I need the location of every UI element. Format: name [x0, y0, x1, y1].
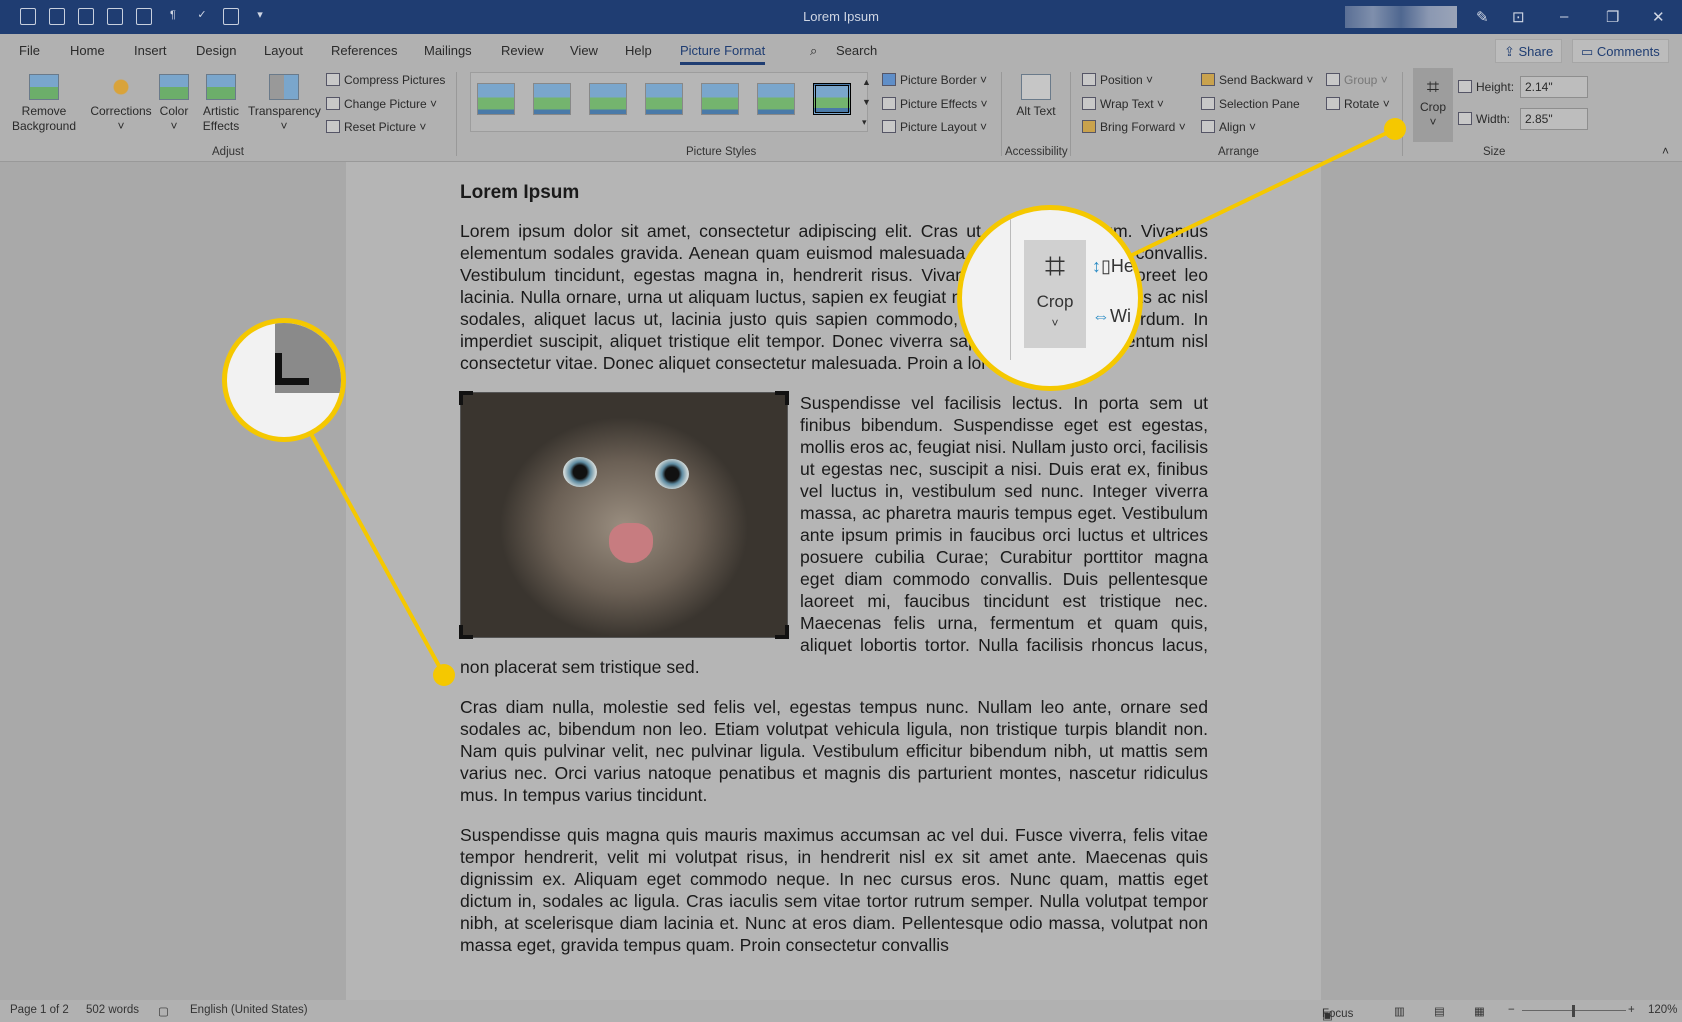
- callout-lines: [308, 127, 1396, 676]
- wi-text: Wi: [1110, 306, 1131, 326]
- status-bar: Page 1 of 2 502 words ▢ English (United …: [0, 1000, 1682, 1022]
- crop-handle-icon: [275, 353, 309, 385]
- crop-icon: ⌗: [1044, 245, 1066, 286]
- callout-dot: [433, 664, 455, 686]
- zoom-level[interactable]: 120%: [1648, 1004, 1677, 1016]
- divider: [1010, 210, 1011, 360]
- callout-dot: [1384, 118, 1406, 140]
- language[interactable]: English (United States): [190, 1004, 308, 1016]
- crop-button-zoomed: ⌗ Crop ˅: [1024, 240, 1086, 348]
- height-label-zoomed: ↕▯He: [1092, 256, 1134, 276]
- read-mode-icon[interactable]: ▥: [1394, 1004, 1405, 1018]
- zoom-in-button[interactable]: +: [1628, 1004, 1635, 1016]
- he-text: He: [1110, 256, 1134, 276]
- magnifier-crop-handle: [222, 318, 346, 442]
- crop-label: Crop: [1036, 292, 1074, 311]
- width-label-zoomed: ⇔Wi: [1092, 306, 1131, 326]
- print-layout-icon[interactable]: ▤: [1434, 1004, 1445, 1018]
- focus-label: Focus: [1322, 1008, 1354, 1020]
- word-count[interactable]: 502 words: [86, 1004, 139, 1016]
- proofing-icon[interactable]: ▢: [158, 1004, 169, 1018]
- page-count[interactable]: Page 1 of 2: [10, 1004, 69, 1016]
- callout-line: [1129, 127, 1396, 258]
- zoom-out-button[interactable]: −: [1508, 1004, 1515, 1016]
- zoom-slider-thumb[interactable]: [1572, 1005, 1575, 1017]
- magnifier-crop-button: ⌗ Crop ˅ ↕▯He ⇔Wi: [957, 205, 1143, 391]
- web-layout-icon[interactable]: ▦: [1474, 1004, 1485, 1018]
- callout-line: [308, 431, 446, 676]
